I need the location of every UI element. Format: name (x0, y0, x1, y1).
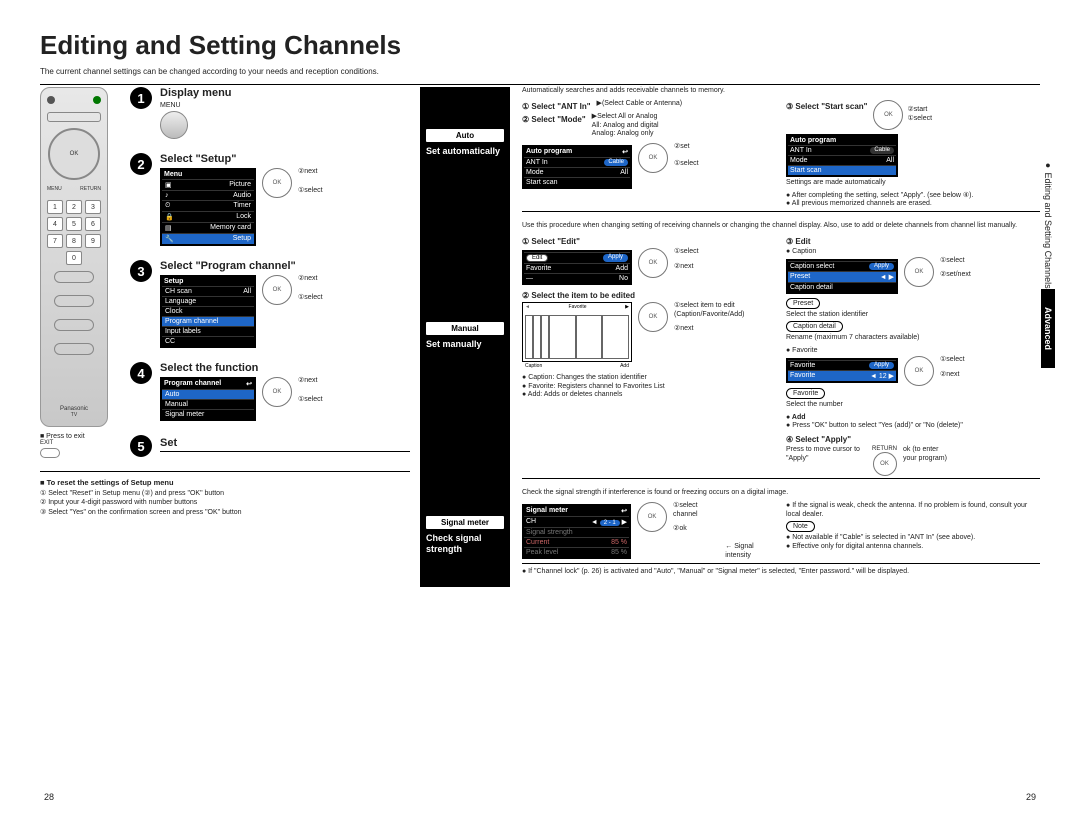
favorite-button: Favorite (786, 388, 825, 399)
auto-program-osd-right: Auto program ANT InCable ModeAll Start s… (786, 134, 898, 177)
step-3-title: Select "Program channel" (160, 260, 410, 272)
reset-line-2: ② Input your 4-digit password with numbe… (40, 498, 410, 508)
sidebar-section-label: ● Editing and Setting Channels (1043, 160, 1053, 289)
menu-osd: Menu ▣ Picture ♪ Audio ⏲ Timer 🔒 Lock ▤ … (160, 168, 256, 246)
manual-intro: Use this procedure when changing setting… (522, 222, 1040, 231)
remote-illustration: MENURETURN 123 456 789 0 Panasonic TV (40, 87, 108, 427)
mid-signal-button: Signal meter (426, 516, 504, 529)
page-title: Editing and Setting Channels (40, 30, 1040, 61)
mid-manual-button: Manual (426, 322, 504, 335)
mid-auto-label: Set automatically (426, 146, 504, 157)
step-4-title: Select the function (160, 362, 410, 374)
exit-label: ■ Press to exit (40, 433, 118, 440)
favorite-osd: FavoriteApply Favorite◄ 12 ▶ (786, 358, 898, 383)
dpad-icon (48, 128, 100, 180)
mid-auto-button: Auto (426, 129, 504, 142)
reset-line-3: ③ Select "Yes" on the confirmation scree… (40, 508, 410, 518)
auto-program-osd-left: Auto program↩ ANT InCable ModeAll Start … (522, 145, 632, 189)
auto-intro: Automatically searches and adds receivab… (522, 87, 1040, 96)
note-badge: Note (786, 521, 815, 532)
step-2-badge: 2 (130, 153, 152, 175)
page-number-left: 28 (44, 792, 54, 802)
dpad-small-icon: OK (262, 275, 292, 305)
manual-edit-osd: EditApply FavoriteAdd —No (522, 250, 632, 285)
caption-detail-button: Caption detail (786, 321, 843, 332)
step-2-title: Select "Setup" (160, 153, 410, 165)
signal-meter-osd: Signal meter↩ CH◄ 2 - 1 ▶ Signal strengt… (522, 504, 631, 559)
reset-heading: ■ To reset the settings of Setup menu (40, 478, 410, 489)
edit-grid-icon: ◄Favorite▶ Caption Add (522, 302, 632, 362)
menu-button-icon (160, 111, 188, 139)
dpad-small-icon: OK (262, 377, 292, 407)
mid-signal-label: Check signal strength (426, 533, 504, 555)
step-3-badge: 3 (130, 260, 152, 282)
step-5-badge: 5 (130, 435, 152, 457)
step-1-title: Display menu (160, 87, 410, 99)
setup-osd: Setup CH scanAll Language Clock Program … (160, 275, 256, 348)
preset-button: Preset (786, 298, 820, 309)
intro-text: The current channel settings can be chan… (40, 67, 1040, 76)
reset-line-1: ① Select "Reset" in Setup menu (②) and p… (40, 489, 410, 499)
dpad-small-icon: OK (262, 168, 292, 198)
step-5-title: Set (160, 437, 410, 452)
mid-manual-label: Set manually (426, 339, 504, 350)
step-4-badge: 4 (130, 362, 152, 384)
page-number-right: 29 (1026, 792, 1036, 802)
sidebar-advanced-tab: Advanced (1041, 289, 1055, 368)
program-channel-osd: Program channel↩ Auto Manual Signal mete… (160, 377, 256, 421)
step-1-badge: 1 (130, 87, 152, 109)
footer-note: ● If "Channel lock" (p. 26) is activated… (522, 568, 1040, 577)
signal-intro: Check the signal strength if interferenc… (522, 489, 1040, 498)
caption-osd: Caption selectApply Preset◄ ▶ Caption de… (786, 259, 898, 294)
